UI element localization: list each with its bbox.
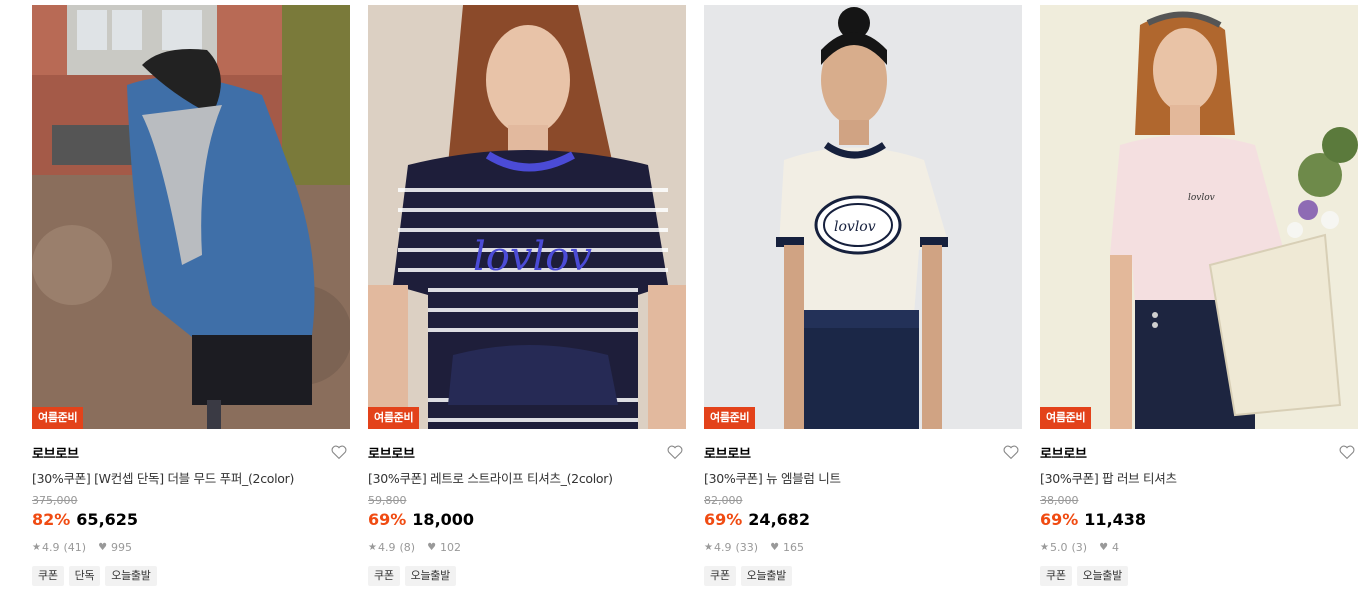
review-count: (3) xyxy=(1071,541,1088,554)
product-card[interactable]: 여름준비 로브로브 [30%쿠폰] [W컨셉 단독] 더블 무드 푸퍼_(2co… xyxy=(32,0,350,615)
product-card[interactable]: lovlov 여름준비 로브로브 [30%쿠폰] 뉴 엠블럼 니트 82,000… xyxy=(704,0,1022,615)
heart-filled-icon: ♥ xyxy=(770,542,780,553)
svg-text:lovlov: lovlov xyxy=(1188,193,1215,203)
review-count: (8) xyxy=(399,541,416,554)
heart-filled-icon: ♥ xyxy=(427,542,437,553)
tag-today-shipping: 오늘출발 xyxy=(404,566,456,586)
price-row: 69% 24,682 xyxy=(704,510,810,529)
product-name[interactable]: [30%쿠폰] 팝 러브 티셔츠 xyxy=(1040,468,1177,487)
wishlist-heart-icon[interactable] xyxy=(1002,443,1020,461)
brand-name[interactable]: 로브로브 xyxy=(1040,443,1087,462)
review-count: (41) xyxy=(63,541,87,554)
woman-in-emblem-knit-icon: lovlov xyxy=(704,5,1022,429)
original-price: 82,000 xyxy=(704,494,743,507)
review-meta: ★ 4.9 (41) ♥ 995 xyxy=(32,541,132,554)
sale-price: 18,000 xyxy=(412,510,475,529)
tag-today-shipping: 오늘출발 xyxy=(740,566,792,586)
tag-today-shipping: 오늘출발 xyxy=(1076,566,1128,586)
rating: 4.9 xyxy=(713,541,732,554)
promo-badge: 여름준비 xyxy=(1040,407,1092,429)
tag-coupon: 쿠폰 xyxy=(368,566,400,586)
tag-exclusive: 단독 xyxy=(68,566,101,586)
product-card[interactable]: lovlov 여름준비 로브로브 [30%쿠폰] 팝 러브 티셔츠 38,000… xyxy=(1040,0,1358,615)
woman-in-blue-puffer-jacket-icon xyxy=(32,5,350,429)
rating: 5.0 xyxy=(1049,541,1068,554)
price-row: 82% 65,625 xyxy=(32,510,138,529)
product-card[interactable]: lovlov 여름준비 로브로브 [30%쿠폰] 레트로 스트라이프 티셔츠_(… xyxy=(368,0,686,615)
discount-rate: 69% xyxy=(368,510,407,529)
rating: 4.9 xyxy=(377,541,396,554)
original-price: 375,000 xyxy=(32,494,78,507)
woman-in-pink-tshirt-icon: lovlov xyxy=(1040,5,1358,429)
price-row: 69% 11,438 xyxy=(1040,510,1146,529)
product-image[interactable]: lovlov 여름준비 xyxy=(704,5,1022,429)
tag-list: 쿠폰 오늘출발 xyxy=(704,566,792,586)
price-row: 69% 18,000 xyxy=(368,510,474,529)
discount-rate: 82% xyxy=(32,510,71,529)
promo-badge: 여름준비 xyxy=(368,407,420,429)
product-image[interactable]: lovlov 여름준비 xyxy=(1040,5,1358,429)
wishlist-heart-icon[interactable] xyxy=(666,443,684,461)
like-count: 102 xyxy=(440,541,462,554)
tag-coupon: 쿠폰 xyxy=(32,566,64,586)
promo-badge: 여름준비 xyxy=(32,407,84,429)
tag-today-shipping: 오늘출발 xyxy=(105,566,157,586)
rating: 4.9 xyxy=(41,541,60,554)
svg-text:lovlov: lovlov xyxy=(834,219,876,235)
product-grid: 여름준비 로브로브 [30%쿠폰] [W컨셉 단독] 더블 무드 푸퍼_(2co… xyxy=(0,0,1372,615)
tag-coupon: 쿠폰 xyxy=(1040,566,1072,586)
discount-rate: 69% xyxy=(704,510,743,529)
product-image[interactable]: 여름준비 xyxy=(32,5,350,429)
product-name[interactable]: [30%쿠폰] 뉴 엠블럼 니트 xyxy=(704,468,841,487)
wishlist-heart-icon[interactable] xyxy=(330,443,348,461)
sale-price: 65,625 xyxy=(76,510,139,529)
star-icon: ★ xyxy=(368,542,377,553)
product-name[interactable]: [30%쿠폰] [W컨셉 단독] 더블 무드 푸퍼_(2color) xyxy=(32,468,294,487)
brand-name[interactable]: 로브로브 xyxy=(704,443,751,462)
like-count: 4 xyxy=(1112,541,1120,554)
product-image[interactable]: lovlov 여름준비 xyxy=(368,5,686,429)
like-count: 165 xyxy=(783,541,805,554)
brand-name[interactable]: 로브로브 xyxy=(32,443,79,462)
product-name[interactable]: [30%쿠폰] 레트로 스트라이프 티셔츠_(2color) xyxy=(368,468,613,487)
original-price: 59,800 xyxy=(368,494,407,507)
sale-price: 11,438 xyxy=(1084,510,1147,529)
wishlist-heart-icon[interactable] xyxy=(1338,443,1356,461)
tag-coupon: 쿠폰 xyxy=(704,566,736,586)
original-price: 38,000 xyxy=(1040,494,1079,507)
review-meta: ★ 4.9 (8) ♥ 102 xyxy=(368,541,461,554)
tag-list: 쿠폰 단독 오늘출발 xyxy=(32,566,157,586)
heart-filled-icon: ♥ xyxy=(98,542,108,553)
tag-list: 쿠폰 오늘출발 xyxy=(368,566,456,586)
review-meta: ★ 5.0 (3) ♥ 4 xyxy=(1040,541,1119,554)
svg-text:lovlov: lovlov xyxy=(473,234,592,280)
discount-rate: 69% xyxy=(1040,510,1079,529)
sale-price: 24,682 xyxy=(748,510,811,529)
tag-list: 쿠폰 오늘출발 xyxy=(1040,566,1128,586)
promo-badge: 여름준비 xyxy=(704,407,756,429)
star-icon: ★ xyxy=(32,542,41,553)
brand-name[interactable]: 로브로브 xyxy=(368,443,415,462)
star-icon: ★ xyxy=(1040,542,1049,553)
like-count: 995 xyxy=(111,541,133,554)
woman-in-striped-tshirt-icon: lovlov xyxy=(368,5,686,429)
heart-filled-icon: ♥ xyxy=(1099,542,1109,553)
review-count: (33) xyxy=(735,541,759,554)
review-meta: ★ 4.9 (33) ♥ 165 xyxy=(704,541,804,554)
star-icon: ★ xyxy=(704,542,713,553)
